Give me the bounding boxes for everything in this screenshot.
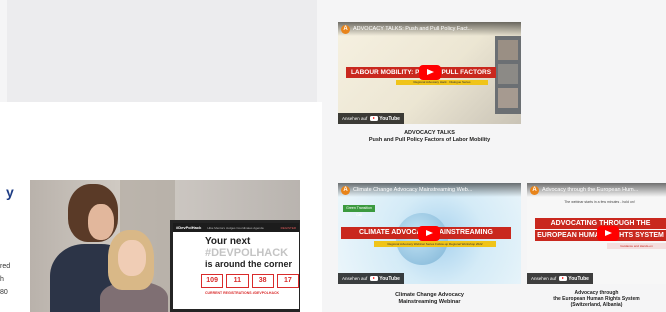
channel-avatar[interactable]: A — [341, 185, 350, 195]
youtube-logo-icon: YouTube — [559, 276, 589, 282]
heading-fragment: y — [6, 184, 14, 200]
video-caption-subtitle: (Switzerland, Albania) — [570, 301, 623, 308]
watch-on-youtube-button[interactable]: Ansehen auf YouTube — [338, 273, 404, 284]
video-top-note: The webinar starts in a few minutes - ho… — [564, 200, 635, 204]
countdown: 109 11 38 17 — [201, 274, 299, 288]
top-gray-band — [7, 0, 317, 102]
channel-avatar[interactable]: A — [530, 185, 539, 195]
video-sub-banner: Guidance and Hands-on — [607, 243, 666, 249]
speaker-tiles — [495, 36, 521, 114]
youtube-logo-icon: YouTube — [370, 116, 400, 122]
video-caption-subtitle: Mainstreaming Webinar — [398, 298, 461, 305]
channel-avatar[interactable]: A — [341, 24, 350, 34]
video-title[interactable]: Advocacy through the European Hum... — [542, 187, 638, 193]
body-text-line: red — [0, 263, 11, 270]
video-embed-european-human-rights[interactable]: The webinar starts in a few minutes - ho… — [527, 183, 666, 284]
countdown-value: 109 — [201, 274, 224, 288]
watch-on-youtube-button[interactable]: Ansehen auf YouTube — [338, 113, 404, 124]
video-caption-subtitle: Push and Pull Policy Factors of Labor Mo… — [368, 136, 491, 143]
watch-on-label: Ansehen auf — [342, 276, 368, 281]
video-sub-banner: Regional Advocacy Webinar Series Follow-… — [374, 241, 496, 247]
video-caption: ADVOCACY TALKS Push and Pull Policy Fact… — [338, 130, 521, 143]
countdown-value: 17 — [276, 274, 299, 288]
screen-menu: Hike Mentors Judges Coordinates Agenda — [207, 225, 264, 230]
video-title[interactable]: Climate Change Advocacy Mainstreaming We… — [353, 187, 472, 193]
current-registrations: CURRENT REGISTRATIONS #DEVPOLHACK — [205, 291, 280, 295]
screen-hashtag: #DEVPOLHACK — [205, 247, 289, 259]
watch-on-label: Ansehen auf — [531, 276, 557, 281]
video-embed-climate-advocacy[interactable]: Green Transition Call CLIMATE ADVOCACY M… — [338, 183, 521, 284]
monitor-screen: #DevPolHack Hike Mentors Judges Coordina… — [170, 220, 300, 312]
play-button[interactable] — [419, 65, 441, 80]
video-caption: Climate Change Advocacy Mainstreaming We… — [338, 292, 521, 305]
video-embed-advocacy-talks[interactable]: LABOUR MOBILITY: PUSH & PULL FACTORS Reg… — [338, 22, 521, 124]
body-text-line: h — [0, 276, 4, 283]
body-text-line: 80 — [0, 289, 8, 296]
screen-headline: Your next — [205, 236, 251, 247]
youtube-logo-icon: YouTube — [370, 276, 400, 282]
countdown-value: 38 — [251, 274, 274, 288]
watch-on-label: Ansehen auf — [342, 116, 368, 121]
screen-subheadline: is around the corner — [205, 259, 293, 269]
video-caption: Advocacy through the European Human Righ… — [527, 290, 666, 308]
video-title[interactable]: ADVOCACY TALKS: Push and Pull Policy Fac… — [353, 26, 472, 32]
play-button[interactable] — [597, 226, 619, 241]
screen-register: REGISTER — [280, 225, 296, 230]
video-sub-banner: Regional Advocacy Hack · Dialogue Series — [396, 80, 488, 85]
countdown-value: 11 — [226, 274, 249, 288]
screen-brand: #DevPolHack — [176, 225, 202, 230]
hackathon-photo: #DevPolHack Hike Mentors Judges Coordina… — [30, 180, 300, 312]
play-button[interactable] — [418, 226, 440, 241]
watch-on-youtube-button[interactable]: Ansehen auf YouTube — [527, 273, 593, 284]
video-badge: Green Transition Call — [343, 205, 375, 217]
